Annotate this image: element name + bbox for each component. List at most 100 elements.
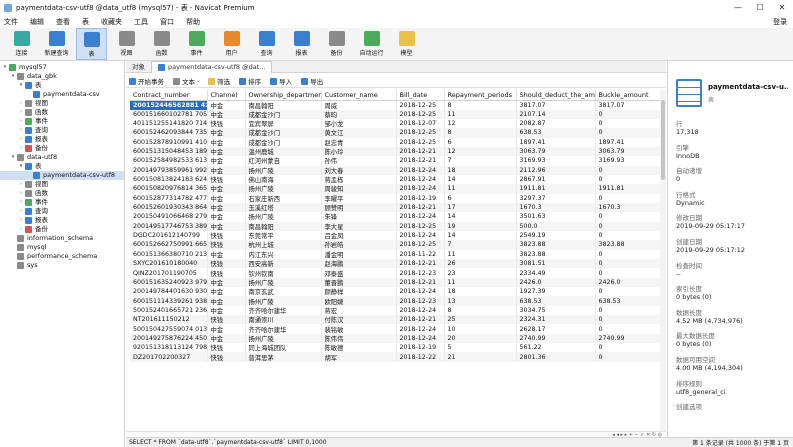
table-cell[interactable]: 2018-12-25 <box>396 221 445 231</box>
table-cell[interactable]: 邓泰盛 <box>321 268 397 278</box>
table-cell[interactable]: 6 <box>444 137 517 147</box>
table-cell[interactable]: 0 <box>595 259 665 269</box>
expand-arrow-icon[interactable]: › <box>18 180 24 189</box>
table-cell[interactable]: SXYC201610180040 <box>130 259 208 269</box>
table-cell[interactable]: 500150427559074 013 <box>130 324 208 334</box>
table-row[interactable]: 200149517746753 38912 中金 南昌翰阳 李大星 2018-12-25… <box>130 221 665 231</box>
table-cell[interactable]: 蒋宏 <box>321 305 397 316</box>
table-cell[interactable]: 561.22 <box>516 343 596 353</box>
table-cell[interactable]: 0 <box>595 305 665 316</box>
table-cell[interactable]: 中金 <box>207 333 246 344</box>
table-row[interactable]: QINZ201701190705 快钱 钦州钦南 邓泰盛 2018-12-23 23 233… <box>130 268 665 278</box>
table-cell[interactable]: 2867.91 <box>516 174 596 185</box>
expand-arrow-icon[interactable]: › <box>18 135 24 144</box>
table-row[interactable]: 200150491066468 27902 中金 扬州广陵 朱锋 2018-12-24 1… <box>130 212 665 222</box>
column-header[interactable]: Customer_name <box>321 90 397 101</box>
table-cell[interactable]: 快钱 <box>207 352 246 362</box>
table-cell[interactable]: 内江东兴 <box>245 249 322 259</box>
table-cell[interactable]: 600150813824183 6240 <box>130 174 208 185</box>
table-cell[interactable]: 2324.31 <box>516 315 596 325</box>
table-row[interactable]: 600151315048453 1892 中金 温州鹿城 陈小玲 2018-12-21 1… <box>130 146 665 157</box>
tree-node[interactable]: › 查询 <box>0 207 124 216</box>
table-cell[interactable]: 0 <box>595 174 665 185</box>
table-cell[interactable]: 2018-12-19 <box>396 193 445 203</box>
table-cell[interactable]: 快钱 <box>207 259 246 269</box>
menu-item[interactable]: 查看 <box>56 17 70 27</box>
table-row[interactable]: 600152462093844 7358 中金 成都金沙门 黄文江 2018-12-25… <box>130 128 665 138</box>
expand-arrow-icon[interactable]: › <box>18 108 24 117</box>
table-cell[interactable]: 2018-12-24 <box>396 305 445 316</box>
table-cell[interactable]: 2018-12-21 <box>396 202 445 213</box>
column-header[interactable]: Buckle_amount <box>595 90 665 101</box>
toolbar-table-button[interactable]: 表 <box>76 28 107 60</box>
data-toolbar-button[interactable]: 筛选 <box>208 76 230 86</box>
tree-node[interactable]: › 函数 <box>0 189 124 198</box>
table-cell[interactable]: 中金 <box>207 296 246 306</box>
table-cell[interactable]: 0 <box>595 221 665 231</box>
table-row[interactable]: 200149275876224 4505 中金 扬州广陵 陈伟伟 2018-12-24 2… <box>130 333 665 344</box>
tree-node[interactable]: ▾ 表 <box>0 162 124 171</box>
table-cell[interactable]: 638.53 <box>516 296 596 306</box>
table-cell[interactable]: 200149784401630 93077 <box>130 287 208 297</box>
table-cell[interactable]: 陈敏德 <box>321 343 397 353</box>
table-cell[interactable]: 0 <box>595 315 665 325</box>
table-cell[interactable]: 南通崇川 <box>245 315 322 325</box>
expand-arrow-icon[interactable]: ▾ <box>2 63 8 72</box>
menu-item[interactable]: 帮助 <box>186 17 200 27</box>
tree-node[interactable]: paymentdata-csv <box>0 90 124 99</box>
tree-node[interactable]: mysql <box>0 243 124 252</box>
table-cell[interactable]: 6 <box>444 193 517 203</box>
table-cell[interactable]: 7 <box>444 156 517 166</box>
table-cell[interactable]: 3823.88 <box>516 240 596 250</box>
table-cell[interactable]: 中金 <box>207 128 246 138</box>
table-cell[interactable]: 0 <box>595 249 665 259</box>
table-cell[interactable]: 14 <box>444 212 517 222</box>
table-cell[interactable]: 颜静样 <box>321 287 397 297</box>
table-cell[interactable]: 3081.51 <box>516 259 596 269</box>
vertical-scrollbar[interactable] <box>660 90 666 431</box>
column-header[interactable]: Should_deduct_the_amou <box>516 90 596 101</box>
table-cell[interactable]: 0 <box>595 165 665 175</box>
toolbar-model-button[interactable]: 模型 <box>391 28 422 60</box>
table-cell[interactable]: 扬州广陵 <box>245 333 322 344</box>
table-cell[interactable]: 中金 <box>207 221 246 231</box>
table-cell[interactable]: 2740.99 <box>595 333 665 344</box>
toolbar-view-button[interactable]: 视图 <box>111 28 142 60</box>
table-cell[interactable]: 蒋孟栋 <box>321 174 397 185</box>
table-cell[interactable]: 200152446562881 4205 <box>130 100 208 110</box>
table-cell[interactable]: 李曜平 <box>321 193 397 203</box>
table-row[interactable]: 200149784401630 93077 中金 南京玄武 颜静样 2018-12-24… <box>130 287 665 297</box>
table-cell[interactable]: 2018-12-24 <box>396 230 445 241</box>
table-cell[interactable]: 7 <box>444 240 517 250</box>
data-grid[interactable]: Contract_number Channel Ownership_departme… <box>130 90 665 431</box>
table-cell[interactable]: 2018-12-25 <box>396 128 445 138</box>
data-toolbar-button[interactable]: 导入 <box>270 76 292 86</box>
expand-arrow-icon[interactable]: ▾ <box>10 72 16 81</box>
table-cell[interactable]: 顾赞明 <box>321 202 397 213</box>
table-cell[interactable]: 14 <box>444 174 517 185</box>
table-cell[interactable]: 石家庄新西 <box>245 193 322 203</box>
expand-arrow-icon[interactable]: › <box>18 198 24 207</box>
table-cell[interactable]: 钦州钦南 <box>245 268 322 278</box>
table-row[interactable]: 200149793859961 99255 中金 扬州广陵 刘大春 2018-12-24… <box>130 165 665 175</box>
table-cell[interactable]: NT201611150212 <box>130 315 208 325</box>
table-cell[interactable]: 0 <box>595 128 665 138</box>
table-cell[interactable]: 3823.88 <box>595 240 665 250</box>
column-header[interactable]: Contract_number <box>130 90 208 101</box>
table-cell[interactable]: 玉溪红塔 <box>245 202 322 213</box>
tree-node[interactable]: ▾ data-utf8 <box>0 153 124 162</box>
table-cell[interactable]: 胡军 <box>321 352 397 362</box>
table-cell[interactable]: 中金 <box>207 137 246 147</box>
table-cell[interactable]: 刘大春 <box>321 165 397 175</box>
table-row[interactable]: 600150813824183 6240 快钱 佛山南海 蒋孟栋 2018-12-24 1… <box>130 174 665 185</box>
table-cell[interactable]: 快钱 <box>207 240 246 250</box>
table-cell[interactable]: 2801.36 <box>516 352 596 362</box>
table-cell[interactable]: 2018-12-24 <box>396 287 445 297</box>
table-cell[interactable]: 12 <box>444 118 517 129</box>
table-cell[interactable]: DGDC201612140799 <box>130 230 208 241</box>
table-cell[interactable]: 0 <box>595 230 665 241</box>
table-row[interactable]: 600152877314782 47742 中金 石家庄新西 李曜平 2018-12-1… <box>130 193 665 203</box>
table-cell[interactable]: 8 <box>444 100 517 110</box>
table-cell[interactable]: 孙岩皓 <box>321 240 397 250</box>
table-cell[interactable]: 13 <box>444 296 517 306</box>
